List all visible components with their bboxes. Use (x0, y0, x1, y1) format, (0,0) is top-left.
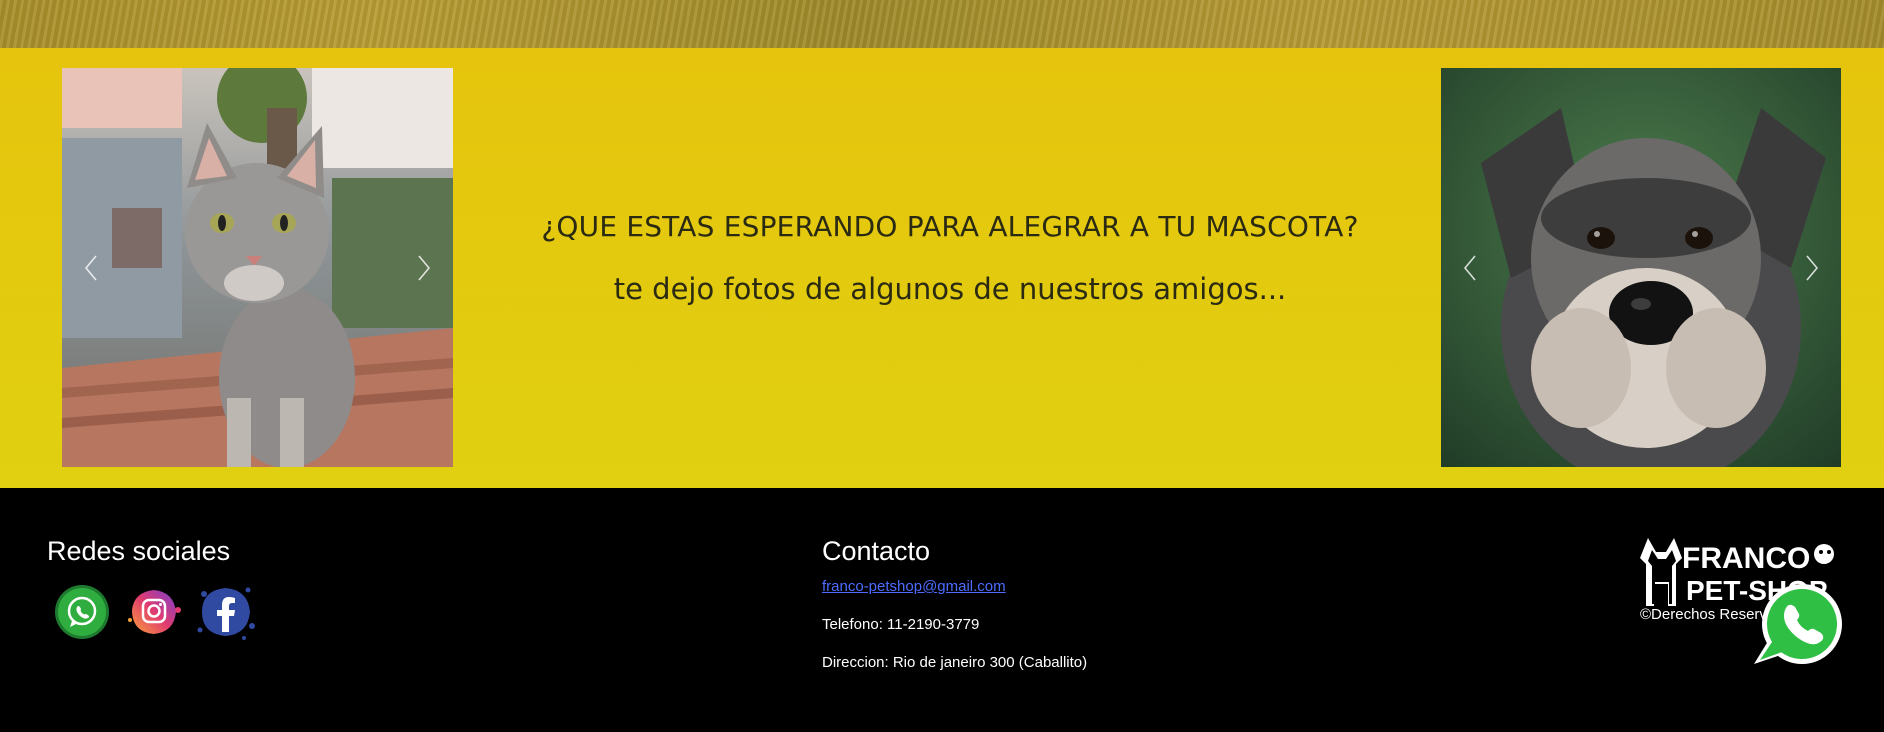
dog-photo (1441, 68, 1841, 467)
carousel-next-button[interactable] (1795, 248, 1829, 288)
chevron-right-icon (1806, 255, 1819, 281)
promo-headline: ¿QUE ESTAS ESPERANDO PARA ALEGRAR A TU M… (541, 210, 1359, 243)
footer: Redes sociales Contacto franco-petshop@g… (0, 488, 1884, 732)
chevron-left-icon (84, 255, 97, 281)
svg-text:FRANCO: FRANCO (1682, 542, 1810, 575)
promo-subline: te dejo fotos de algunos de nuestros ami… (613, 272, 1287, 306)
chevron-left-icon (1463, 255, 1476, 281)
contact-title: Contacto (822, 536, 931, 566)
floating-whatsapp-button[interactable] (1752, 580, 1844, 668)
chevron-right-icon (418, 255, 431, 281)
contact-address: Direccion: Rio de janeiro 300 (Caballito… (822, 654, 1088, 671)
contact-email-link[interactable]: franco-petshop@gmail.com (822, 578, 1006, 595)
social-title: Redes sociales (47, 536, 231, 566)
cat-photo (62, 68, 453, 467)
whatsapp-icon (1754, 584, 1842, 664)
whatsapp-icon[interactable] (50, 580, 114, 644)
carousel-prev-button[interactable] (1453, 248, 1487, 288)
instagram-icon[interactable] (122, 580, 186, 644)
carousel-cat[interactable] (62, 68, 453, 467)
carousel-dog[interactable] (1441, 68, 1841, 467)
facebook-icon[interactable] (194, 580, 258, 644)
carousel-next-button[interactable] (407, 248, 441, 288)
header-background-strip (0, 0, 1884, 48)
contact-phone: Telefono: 11-2190-3779 (822, 616, 980, 633)
carousel-prev-button[interactable] (74, 248, 108, 288)
